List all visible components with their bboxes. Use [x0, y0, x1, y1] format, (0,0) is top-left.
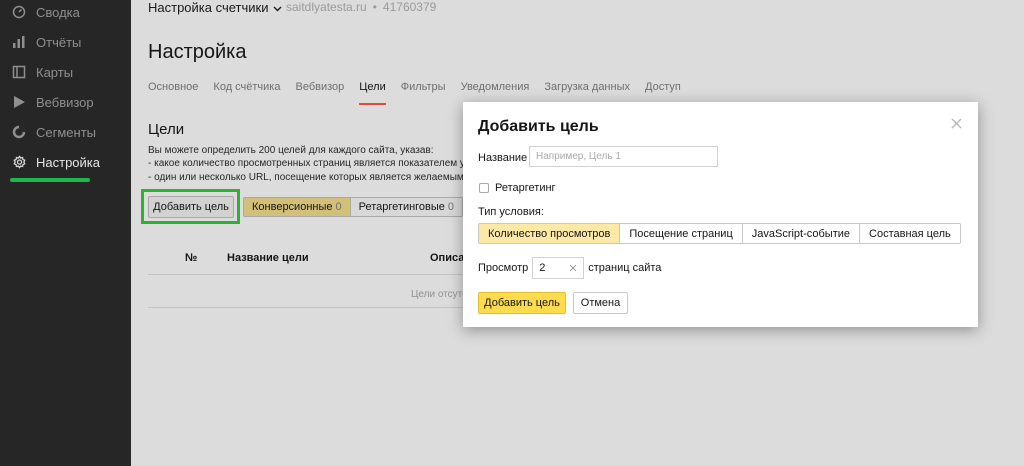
- condition-type-selector: Количество просмотров Посещение страниц …: [478, 223, 961, 244]
- modal-title: Добавить цель: [478, 118, 599, 135]
- add-goal-modal: Добавить цель Название Ретаргетинг Тип у…: [463, 102, 978, 327]
- gear-icon: [11, 154, 27, 170]
- condition-type-label: Тип условия:: [478, 206, 544, 218]
- tab-webvisor[interactable]: Вебвизор: [295, 81, 344, 105]
- filter-conversion[interactable]: Конверсионные 0: [244, 198, 350, 216]
- goals-description-line: - какое количество просмотренных страниц…: [148, 158, 463, 169]
- pageviews-label: Просмотр: [478, 262, 529, 274]
- sidebar-item-label: Вебвизор: [36, 94, 94, 110]
- add-goal-button[interactable]: Добавить цель: [148, 196, 234, 218]
- pageviews-suffix: страниц сайта: [588, 262, 662, 274]
- condition-js-event[interactable]: JavaScript-событие: [741, 224, 860, 243]
- goal-type-filter: Конверсионные 0 Ретаргетинговые 0: [243, 197, 464, 217]
- filter-count: 0: [447, 201, 455, 213]
- filter-label: Ретаргетинговые: [358, 201, 445, 213]
- sidebar: Сводка Отчёты Карты Вебвизор Сегменты На…: [0, 0, 131, 466]
- sidebar-item-label: Сводка: [36, 4, 80, 20]
- sidebar-item-reports[interactable]: Отчёты: [0, 27, 131, 57]
- gauge-icon: [11, 4, 27, 20]
- goal-name-label: Название: [478, 152, 528, 164]
- separator-dot: •: [372, 0, 377, 14]
- goals-table-header: № Название цели Описан: [148, 247, 471, 275]
- page-title: Настройка: [148, 41, 247, 63]
- sidebar-item-label: Сегменты: [36, 124, 97, 140]
- play-icon: [11, 94, 27, 110]
- sidebar-item-label: Настройка: [36, 154, 100, 170]
- active-indicator: [10, 178, 90, 182]
- sidebar-item-label: Отчёты: [36, 34, 82, 50]
- close-icon[interactable]: [949, 116, 963, 130]
- pageviews-value: 2: [539, 262, 546, 274]
- empty-goals-message: Цели отсутс: [411, 289, 468, 300]
- sidebar-item-webvisor[interactable]: Вебвизор: [0, 87, 131, 117]
- tab-goals[interactable]: Цели: [359, 81, 386, 105]
- counter-id: 41760379: [382, 0, 437, 14]
- sidebar-item-settings[interactable]: Настройка: [0, 147, 131, 177]
- goal-name-input[interactable]: [529, 146, 718, 167]
- tab-counter-code[interactable]: Код счётчика: [213, 81, 280, 105]
- pie-icon: [11, 124, 27, 140]
- condition-pageviews[interactable]: Количество просмотров: [479, 224, 620, 243]
- goals-description: Вы можете определить 200 целей для каждо…: [148, 145, 434, 156]
- condition-page-visit[interactable]: Посещение страниц: [619, 224, 742, 243]
- counter-select[interactable]: Настройка счетчики: [148, 0, 282, 15]
- goals-description-line: - один или несколько URL, посещение кото…: [148, 172, 463, 183]
- column-name: Название цели: [227, 252, 309, 264]
- filter-retargeting[interactable]: Ретаргетинговые 0: [349, 198, 463, 216]
- filter-label: Конверсионные: [252, 201, 333, 213]
- filter-count: 0: [335, 201, 342, 213]
- chevron-down-icon: [273, 0, 282, 15]
- site-info: saitdlyatesta.ru • 41760379: [286, 0, 436, 14]
- retargeting-label: Ретаргетинг: [495, 182, 556, 194]
- pageviews-row: Просмотр 2 страниц сайта: [478, 257, 661, 279]
- map-icon: [11, 64, 27, 80]
- sidebar-item-maps[interactable]: Карты: [0, 57, 131, 87]
- sidebar-item-segments[interactable]: Сегменты: [0, 117, 131, 147]
- goals-title: Цели: [148, 121, 185, 138]
- clear-icon[interactable]: [567, 262, 579, 274]
- retargeting-checkbox-row[interactable]: Ретаргетинг: [479, 182, 556, 194]
- site-domain: saitdlyatesta.ru: [286, 0, 367, 14]
- tab-filters[interactable]: Фильтры: [401, 81, 446, 105]
- cancel-button[interactable]: Отмена: [573, 292, 628, 314]
- condition-composite[interactable]: Составная цель: [859, 224, 960, 243]
- sidebar-item-label: Карты: [36, 64, 74, 80]
- sidebar-item-summary[interactable]: Сводка: [0, 0, 131, 27]
- column-number: №: [185, 252, 198, 264]
- counter-select-label: Настройка счетчики: [148, 0, 269, 15]
- bar-chart-icon: [11, 34, 27, 50]
- divider: [148, 307, 463, 308]
- pageviews-input[interactable]: 2: [532, 257, 585, 279]
- retargeting-checkbox[interactable]: [479, 183, 489, 193]
- tab-main[interactable]: Основное: [148, 81, 198, 105]
- submit-goal-button[interactable]: Добавить цель: [478, 292, 566, 314]
